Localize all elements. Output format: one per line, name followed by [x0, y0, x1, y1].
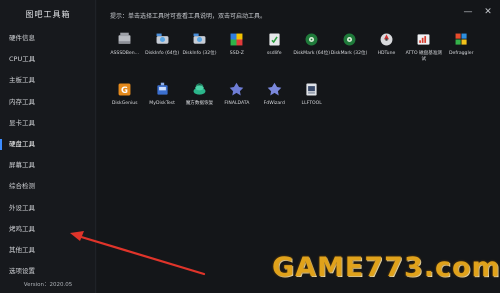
main-panel: 提示：单击选择工具时可查看工具说明，双击可启动工具。 — ✕ ASSSDBen.… — [97, 0, 500, 293]
tool-item[interactable]: DiskInfo (64位) — [143, 29, 180, 79]
sidebar-item[interactable]: 显卡工具 — [0, 113, 96, 134]
mydisktest-icon — [156, 82, 168, 95]
tool-item[interactable]: FdWizard — [256, 79, 293, 129]
tool-label: ASSSDBen... — [110, 51, 140, 56]
defraggler-icon — [455, 33, 467, 45]
tool-label: DiskMark (32位) — [330, 51, 368, 56]
tool-label: DiskInfo (64位) — [145, 51, 180, 56]
fdwizard-icon — [267, 82, 282, 96]
tool-label: MyDiskTest — [149, 101, 175, 106]
atto-icon — [417, 34, 430, 45]
sidebar: 图吧工具箱 硬件信息 CPU工具 主板工具 内存工具 显卡工具 硬盘工具 屏幕工具 综合检测外… — [0, 0, 96, 293]
tool-item[interactable]: ASSSDBen... — [106, 29, 143, 79]
tool-label: DiskInfo (32位) — [182, 51, 217, 56]
tool-label: DiskMark (64位) — [293, 51, 330, 56]
sidebar-item[interactable]: 内存工具 — [0, 92, 96, 113]
data-recovery-icon — [193, 83, 206, 95]
tool-item[interactable]: G DiskGenius — [106, 79, 143, 129]
tool-item[interactable]: DiskMark (32位) — [330, 29, 367, 79]
window-controls: — ✕ — [462, 6, 494, 18]
sidebar-item[interactable]: 硬件信息 — [0, 28, 96, 49]
tool-item[interactable]: HDTune — [368, 29, 405, 79]
sidebar-item[interactable]: 其他工具 — [0, 240, 96, 261]
tool-label: ssdlife — [266, 51, 282, 56]
tool-label: DiskGenius — [111, 101, 138, 106]
svg-text:G: G — [121, 86, 128, 96]
sidebar-item[interactable]: 主板工具 — [0, 70, 96, 91]
close-button[interactable]: ✕ — [482, 6, 494, 18]
hdtune-icon — [380, 33, 393, 46]
tool-label: 魔方数据恢复 — [185, 101, 214, 106]
tool-item[interactable]: ssdlife — [256, 29, 293, 79]
tool-grid: ASSSDBen... DiskInfo (64位) DiskInfo (32位) S… — [106, 29, 496, 129]
tool-item[interactable]: DiskInfo (32位) — [181, 29, 218, 79]
sidebar-item[interactable]: 外设工具 — [0, 198, 96, 219]
tool-item[interactable]: DiskMark (64位) — [293, 29, 330, 79]
finaldata-icon — [230, 82, 244, 96]
llftool-icon — [306, 83, 317, 96]
minimize-button[interactable]: — — [462, 6, 474, 18]
diskinfo-32-icon — [193, 33, 206, 44]
diskmark-64-icon — [305, 33, 318, 46]
diskmark-32-icon — [343, 33, 355, 46]
tool-label: Defraggler — [448, 51, 474, 56]
diskinfo-64-icon — [156, 33, 169, 44]
tool-item[interactable]: Defraggler — [443, 29, 480, 79]
tool-label: LLFTOOL — [301, 101, 322, 106]
sidebar-item[interactable]: 综合检测 — [0, 176, 96, 197]
tool-label: FINALDATA — [224, 101, 250, 106]
ssd-z-icon — [230, 33, 243, 46]
version-label: Version：2020.05 — [23, 282, 73, 288]
tool-item[interactable]: MyDiskTest — [143, 79, 180, 129]
sidebar-item[interactable]: 硬盘工具 — [0, 134, 96, 155]
tool-item[interactable]: ATTO 磁盘基准测试 — [405, 29, 442, 79]
tool-label: HDTune — [377, 51, 396, 56]
diskgenius-icon: G — [118, 83, 131, 96]
tool-item[interactable]: FINALDATA — [218, 79, 255, 129]
tool-label: FdWizard — [263, 101, 285, 106]
tool-item[interactable]: 魔方数据恢复 — [181, 79, 218, 129]
watermark-logo: GAME773.com — [272, 252, 500, 284]
tool-item[interactable]: SSD-Z — [218, 29, 255, 79]
tool-label: SSD-Z — [229, 51, 244, 56]
sidebar-item[interactable]: CPU工具 — [0, 49, 96, 70]
sidebar-item[interactable]: 烤鸡工具 — [0, 219, 96, 240]
sidebar-nav: 硬件信息 CPU工具 主板工具 内存工具 显卡工具 硬盘工具 屏幕工具 综合检测 外设工具 烤鸡工… — [0, 28, 96, 282]
hint-text: 提示：单击选择工具时可查看工具说明，双击可启动工具。 — [110, 13, 267, 20]
sidebar-item[interactable]: 屏幕工具 — [0, 155, 96, 176]
watermark-text: GAME773.com — [272, 252, 500, 283]
ssd-drive-icon — [118, 32, 131, 44]
app-title: 图吧工具箱 — [25, 10, 71, 19]
tool-item[interactable]: LLFTOOL — [293, 79, 330, 129]
tool-label: ATTO 磁盘基准测试 — [405, 51, 443, 62]
ssdlife-icon — [269, 33, 280, 46]
app-window: 图吧工具箱 硬件信息 CPU工具 主板工具 内存工具 显卡工具 硬盘工具 屏幕工具 综合检测外… — [0, 0, 500, 293]
